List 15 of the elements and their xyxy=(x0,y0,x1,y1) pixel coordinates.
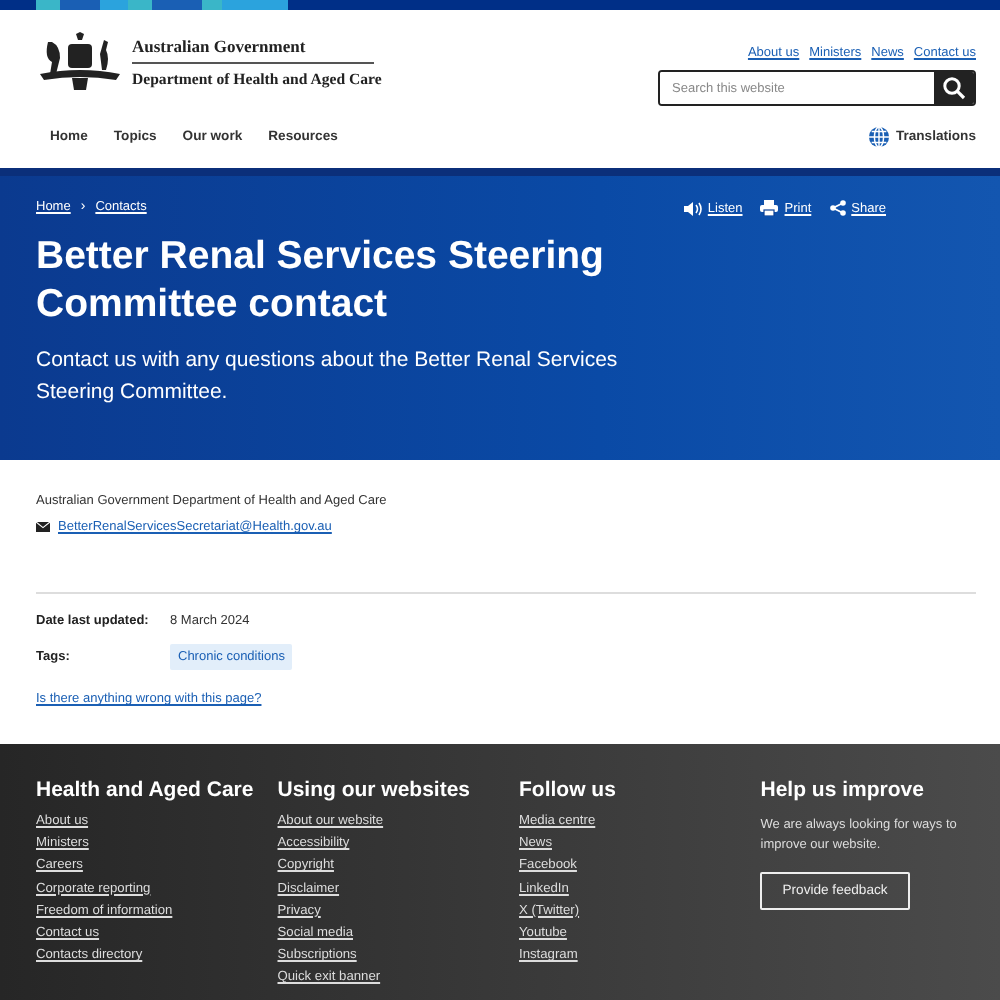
footer-heading: Help us improve xyxy=(760,778,926,802)
footer-heading: Using our websites xyxy=(277,778,473,802)
globe-icon xyxy=(867,126,890,148)
printer-icon xyxy=(760,200,779,216)
intro-text: Contact us with any questions about the Better Renal Services Steering Committee. xyxy=(36,346,620,408)
share-icon xyxy=(829,200,846,216)
crest-drawing xyxy=(36,30,124,94)
envelope-icon xyxy=(36,522,50,532)
speaker-icon xyxy=(683,201,702,215)
search-button[interactable] xyxy=(934,72,974,104)
logo-title: Australian Government xyxy=(132,36,374,64)
footer-heading: Health and Aged Care xyxy=(36,778,256,802)
page-title: Better Renal Services Steering Committee contact xyxy=(36,232,606,328)
search-icon xyxy=(942,76,966,100)
footer-heading: Follow us xyxy=(519,778,618,802)
